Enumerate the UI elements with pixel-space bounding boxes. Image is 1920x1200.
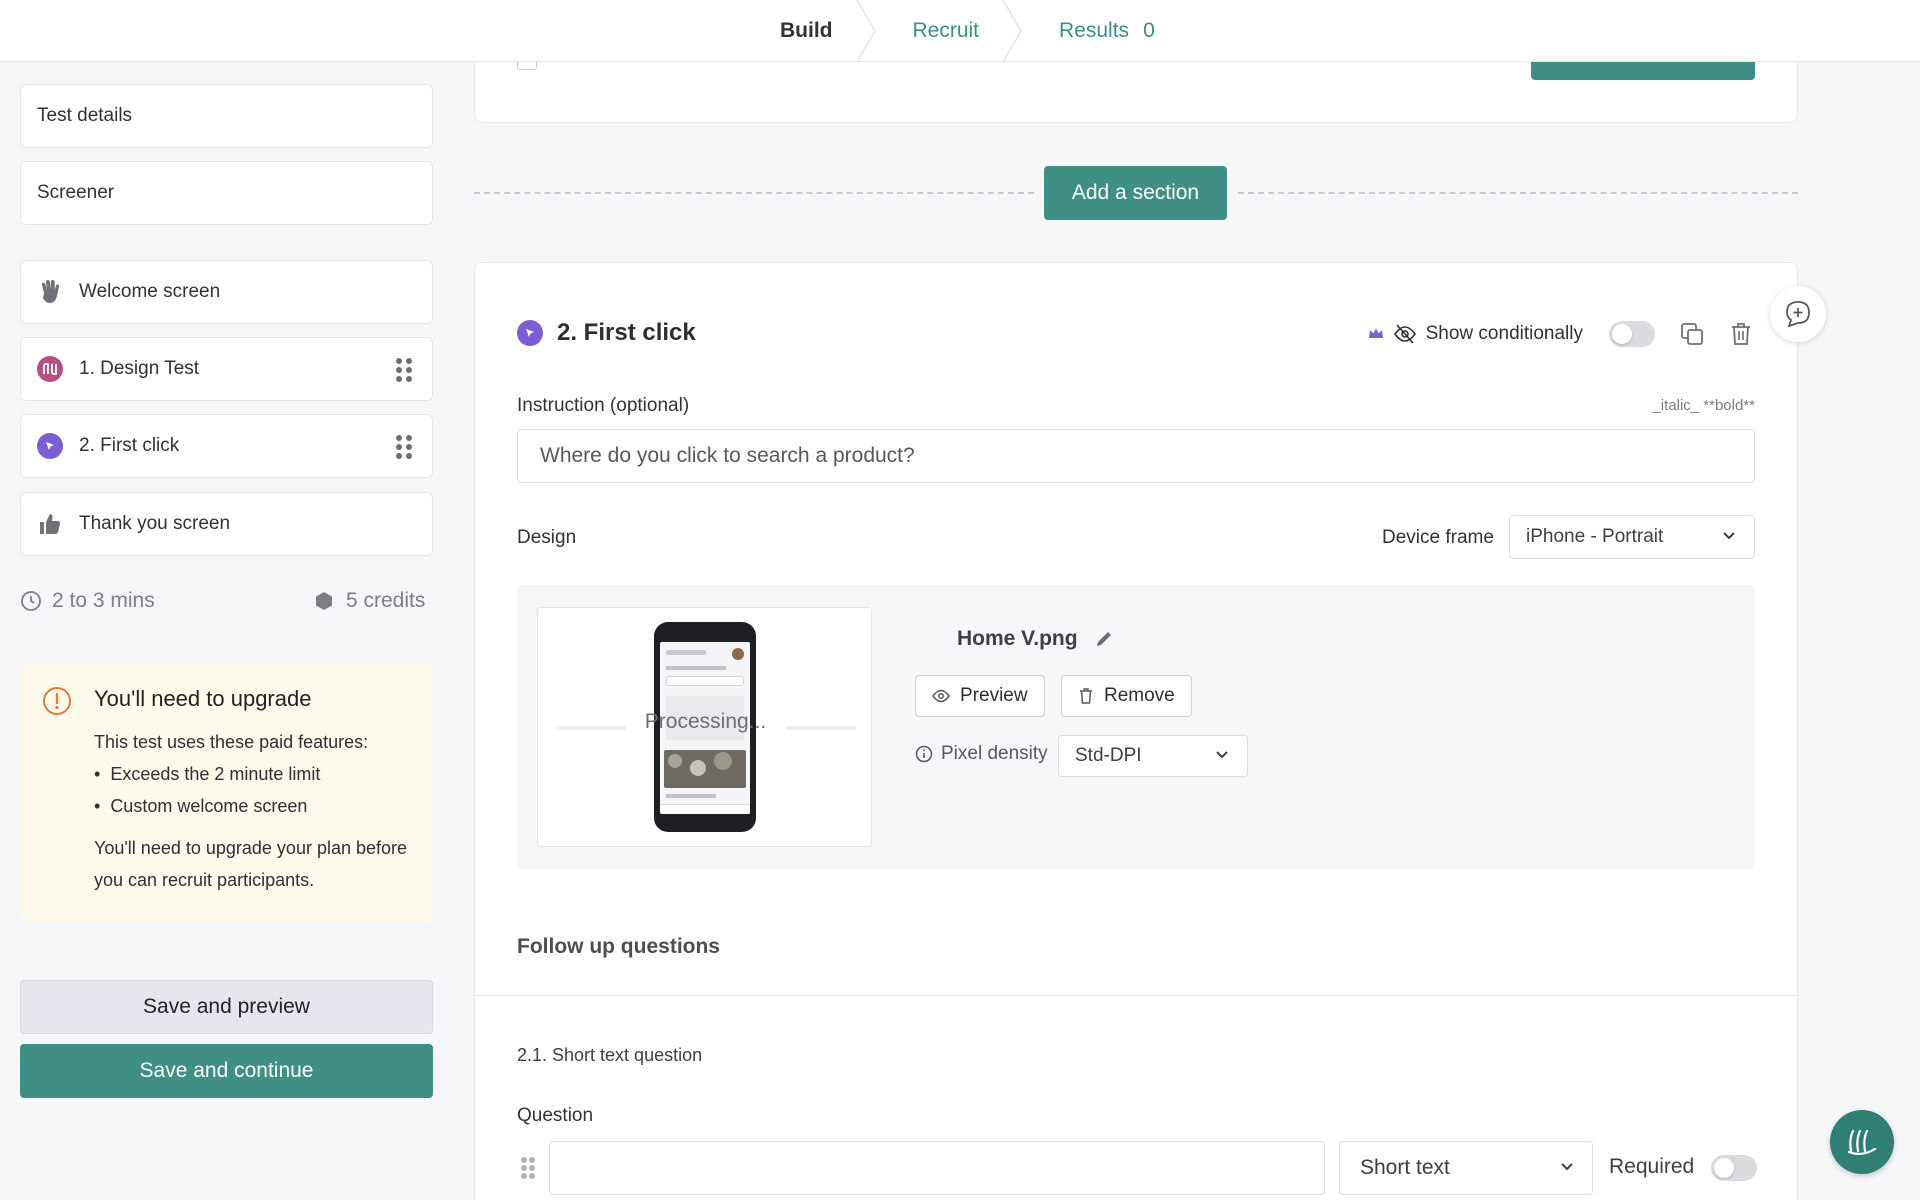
tab-recruit-label: Recruit <box>912 19 980 42</box>
cursor-click-icon <box>37 433 63 459</box>
drag-handle-icon[interactable] <box>396 358 412 382</box>
tab-results[interactable]: Results 0 <box>1019 0 1195 62</box>
upgrade-feature: Exceeds the 2 minute limit <box>94 758 424 790</box>
duration-text: 2 to 3 mins <box>52 589 155 612</box>
question-type-select[interactable]: Short text <box>1339 1141 1593 1195</box>
instruction-input[interactable]: Where do you click to search a product? <box>517 429 1755 483</box>
help-chat-button[interactable] <box>1830 1110 1894 1174</box>
design-test-icon <box>37 356 63 382</box>
sidebar-item-label: 2. First click <box>79 435 180 456</box>
eye-icon <box>932 689 950 703</box>
add-section-button[interactable]: Add a section <box>1044 166 1227 220</box>
step-tabs: Build Recruit Results 0 <box>740 0 1195 62</box>
pixel-density-select[interactable]: Std-DPI <box>1058 735 1248 777</box>
first-click-question-card: 2. First click Show conditionally Instru… <box>474 262 1798 1200</box>
design-label: Design <box>517 527 577 548</box>
file-name-text: Home V.png <box>957 627 1078 650</box>
pixel-density-value: Std-DPI <box>1075 745 1142 766</box>
crown-icon <box>1368 328 1383 338</box>
save-and-preview-button[interactable]: Save and preview <box>20 980 433 1034</box>
question-label: Question <box>517 1105 594 1126</box>
upgrade-feature: Custom welcome screen <box>94 790 424 822</box>
processing-text: Processing... <box>644 710 767 733</box>
pencil-icon[interactable] <box>1094 629 1114 649</box>
chevron-down-icon <box>1561 1163 1573 1171</box>
trash-icon <box>1080 688 1092 704</box>
sidebar-item-label: 1. Design Test <box>79 358 200 379</box>
credits-text: 5 credits <box>346 589 426 612</box>
warning-icon <box>43 687 71 715</box>
upgrade-notice: You'll need to upgrade This test uses th… <box>20 664 433 922</box>
format-hint: _italic_ **bold** <box>1652 397 1755 414</box>
remove-button[interactable]: Remove <box>1061 675 1192 717</box>
required-label: Required <box>1609 1155 1695 1178</box>
divider-line <box>474 192 1034 194</box>
upgrade-feature-list: Exceeds the 2 minute limit Custom welcom… <box>94 758 424 822</box>
clock-icon <box>21 591 41 611</box>
trash-icon[interactable] <box>1729 321 1753 347</box>
follow-up-title: Follow up questions <box>517 935 720 958</box>
sidebar-item-thank-you-screen[interactable]: Thank you screen <box>20 492 433 556</box>
sidebar-item-screener[interactable]: Screener <box>20 161 433 225</box>
sidebar-item-label: Screener <box>37 182 115 203</box>
wave-hand-icon <box>37 279 63 305</box>
required-toggle[interactable] <box>1711 1155 1757 1181</box>
pixel-density-label: Pixel density <box>915 743 1048 765</box>
tab-recruit[interactable]: Recruit <box>873 0 1022 62</box>
info-icon <box>915 745 933 763</box>
design-thumbnail[interactable]: Processing... <box>537 607 872 847</box>
sidebar-item-welcome-screen[interactable]: Welcome screen <box>20 260 433 324</box>
sidebar-item-first-click[interactable]: 2. First click <box>20 414 433 478</box>
show-conditionally-toggle[interactable] <box>1609 321 1655 347</box>
divider-line <box>1238 192 1798 194</box>
upgrade-note: You'll need to upgrade your plan before … <box>94 838 408 890</box>
file-name: Home V.png <box>957 627 1114 651</box>
results-count: 0 <box>1143 19 1155 42</box>
chevron-down-icon <box>1723 532 1735 540</box>
add-section-row: Add a section <box>474 166 1798 220</box>
question-type-value: Short text <box>1360 1156 1450 1179</box>
sidebar-item-label: Thank you screen <box>79 513 231 534</box>
instruction-label: Instruction (optional) <box>517 395 690 416</box>
comment-plus-icon <box>1786 301 1810 328</box>
device-frame-select[interactable]: iPhone - Portrait <box>1509 515 1755 559</box>
sidebar-item-test-details[interactable]: Test details <box>20 84 433 148</box>
eye-off-icon <box>1393 324 1416 344</box>
follow-up-question-input[interactable] <box>549 1141 1325 1195</box>
save-and-continue-button[interactable]: Save and continue <box>20 1044 433 1098</box>
cursor-click-icon <box>517 320 543 346</box>
preview-label: Preview <box>960 685 1028 706</box>
duplicate-icon[interactable] <box>1679 321 1705 347</box>
question-title: 2. First click <box>517 319 696 347</box>
chevron-down-icon <box>1216 751 1228 759</box>
device-frame-value: iPhone - Portrait <box>1526 526 1664 547</box>
question-tools: Show conditionally <box>1368 317 1753 351</box>
sidebar-item-design-test[interactable]: 1. Design Test <box>20 337 433 401</box>
tab-build-label: Build <box>780 19 833 42</box>
credit-icon <box>316 592 332 610</box>
show-conditionally-label: Show conditionally <box>1425 323 1583 344</box>
device-frame-label: Device frame <box>1382 527 1494 548</box>
duration-estimate: 2 to 3 mins <box>20 586 155 616</box>
sidebar-item-label: Test details <box>37 105 133 126</box>
upgrade-title: You'll need to upgrade <box>94 686 312 711</box>
preview-button[interactable]: Preview <box>915 675 1045 717</box>
question-title-text: 2. First click <box>557 319 696 346</box>
tab-build[interactable]: Build <box>740 0 876 62</box>
tab-results-label: Results <box>1059 19 1130 42</box>
section-divider <box>475 995 1797 996</box>
drag-handle-icon[interactable] <box>521 1157 537 1181</box>
add-comment-button[interactable] <box>1770 286 1826 342</box>
credits-estimate: 5 credits <box>314 586 425 616</box>
sidebar-item-label: Welcome screen <box>79 281 221 302</box>
thumbs-up-icon <box>37 511 63 537</box>
remove-label: Remove <box>1104 685 1175 706</box>
chat-logo-icon <box>1847 1129 1877 1156</box>
top-nav: Build Recruit Results 0 <box>0 0 1920 62</box>
drag-handle-icon[interactable] <box>396 435 412 459</box>
pixel-density-text: Pixel density <box>941 743 1048 764</box>
upgrade-intro: This test uses these paid features: <box>94 732 369 752</box>
design-upload-area: Processing... Home V.png Preview Remove … <box>517 585 1755 869</box>
follow-up-question-title: 2.1. Short text question <box>517 1045 703 1065</box>
